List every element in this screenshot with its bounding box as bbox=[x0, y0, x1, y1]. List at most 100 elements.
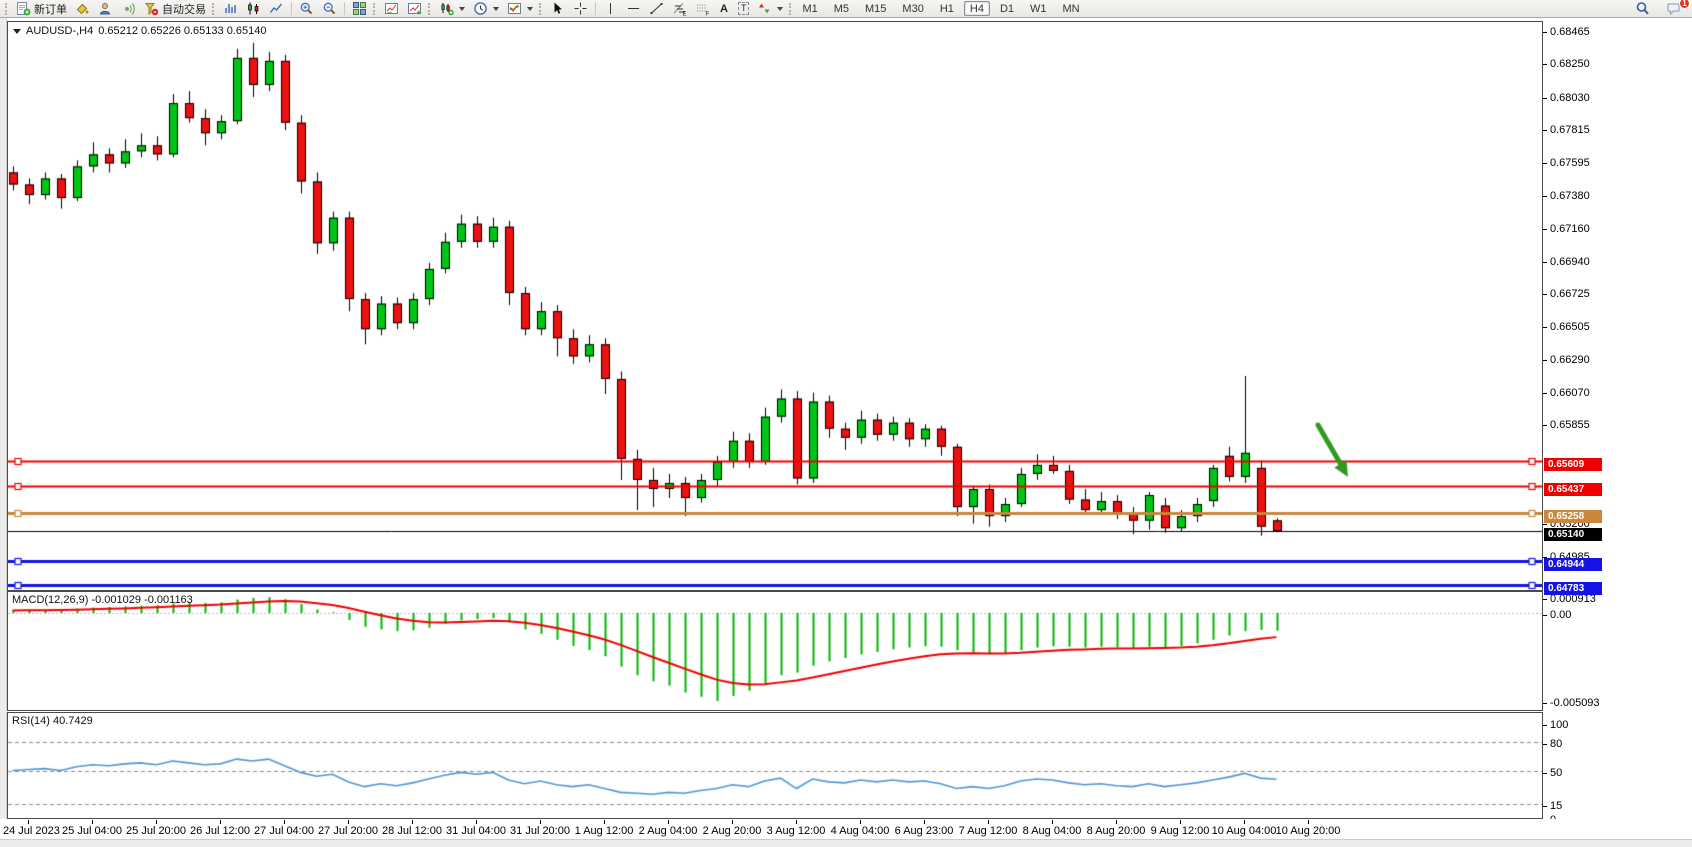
time-axis-tick bbox=[1244, 820, 1245, 824]
time-axis-label: 26 Jul 12:00 bbox=[190, 825, 250, 837]
time-axis-tick bbox=[1116, 820, 1117, 824]
time-axis-label: 1 Aug 12:00 bbox=[575, 825, 634, 837]
time-axis-tick bbox=[860, 820, 861, 824]
price-axis-tick bbox=[1543, 599, 1547, 600]
time-axis-label: 24 Jul 2023 bbox=[3, 825, 60, 837]
text-tool-button[interactable]: A bbox=[714, 1, 734, 17]
toolbar-grip[interactable] bbox=[373, 3, 376, 15]
price-axis-tick bbox=[1543, 725, 1547, 726]
candlestick-mode-button[interactable] bbox=[242, 1, 265, 17]
bar-chart-mode-button[interactable] bbox=[219, 1, 242, 17]
toolbar-separator bbox=[595, 2, 596, 15]
price-axis-tick-label: 0.67160 bbox=[1550, 223, 1590, 235]
time-axis-tick bbox=[988, 820, 989, 824]
price-axis-tick-label: 0.66505 bbox=[1550, 321, 1590, 333]
crosshair-tool-button[interactable] bbox=[569, 1, 592, 17]
candlestick-chart-icon bbox=[246, 1, 261, 16]
price-axis-tick bbox=[1543, 32, 1547, 33]
chart-title: AUDUSD-,H4 0.65212 0.65226 0.65133 0.651… bbox=[13, 25, 266, 37]
search-button[interactable] bbox=[1631, 1, 1654, 17]
chat-notification-badge: 1 bbox=[1679, 0, 1690, 9]
price-axis-tick-label: 0.66940 bbox=[1550, 256, 1590, 268]
price-axis-tick-label: 0.65855 bbox=[1550, 419, 1590, 431]
paint-bucket-icon bbox=[75, 1, 90, 16]
timeframe-button-m5[interactable]: M5 bbox=[828, 1, 855, 16]
price-axis-tick-label: 0.68030 bbox=[1550, 92, 1590, 104]
zoom-out-icon bbox=[322, 1, 337, 16]
line-chart-icon bbox=[269, 1, 284, 16]
price-axis-tick bbox=[1543, 524, 1547, 525]
window-bottom-edge bbox=[0, 839, 1692, 847]
auto-trading-button[interactable]: 自动交易 bbox=[140, 1, 210, 17]
indicators-dropdown[interactable] bbox=[503, 1, 537, 17]
timeframe-button-d1[interactable]: D1 bbox=[994, 1, 1020, 16]
price-axis-tick-label: 0.67595 bbox=[1550, 157, 1590, 169]
caret-down-icon bbox=[493, 7, 499, 11]
time-axis-tick bbox=[220, 820, 221, 824]
timeframe-button-h4[interactable]: H4 bbox=[964, 1, 990, 16]
horizontal-line-tool-button[interactable] bbox=[622, 1, 645, 17]
price-axis-tick bbox=[1543, 196, 1547, 197]
new-chart-dropdown[interactable] bbox=[435, 1, 469, 17]
price-axis-tick bbox=[1543, 294, 1547, 295]
arrows-tool-dropdown[interactable] bbox=[753, 1, 787, 17]
indicator-window-add-button[interactable] bbox=[403, 1, 426, 17]
price-axis-tick bbox=[1543, 703, 1547, 704]
indicators-icon bbox=[507, 1, 522, 16]
time-axis-tick bbox=[476, 820, 477, 824]
time-axis-tick bbox=[540, 820, 541, 824]
horizontal-line-icon bbox=[626, 1, 641, 16]
fibo-retracement-tool-button[interactable]: E bbox=[668, 1, 691, 17]
trendline-tool-button[interactable] bbox=[645, 1, 668, 17]
toolbar-separator bbox=[344, 2, 345, 15]
period-dropdown[interactable] bbox=[469, 1, 503, 17]
indicator-window-button[interactable] bbox=[380, 1, 403, 17]
zoom-in-button[interactable] bbox=[295, 1, 318, 17]
toolbar-grip[interactable] bbox=[789, 3, 792, 15]
candlestick-canvas[interactable] bbox=[8, 22, 1542, 590]
price-axis-tick bbox=[1543, 773, 1547, 774]
timeframe-button-m1[interactable]: M1 bbox=[796, 1, 823, 16]
auto-trading-label: 自动交易 bbox=[162, 1, 206, 17]
toolbar-grip[interactable] bbox=[5, 3, 8, 15]
toolbar-grip[interactable] bbox=[212, 3, 215, 15]
signals-button[interactable] bbox=[117, 1, 140, 17]
timeframe-button-m15[interactable]: M15 bbox=[859, 1, 892, 16]
timeframe-button-m30[interactable]: M30 bbox=[896, 1, 929, 16]
publisher-button[interactable] bbox=[94, 1, 117, 17]
price-axis-tick bbox=[1543, 64, 1547, 65]
cursor-tool-button[interactable] bbox=[546, 1, 569, 17]
trendline-icon bbox=[649, 1, 664, 16]
chat-button[interactable]: 1 bbox=[1662, 1, 1685, 17]
vertical-line-tool-button[interactable] bbox=[599, 1, 622, 17]
time-axis-label: 2 Aug 04:00 bbox=[639, 825, 698, 837]
fibo-fan-tool-button[interactable]: F bbox=[691, 1, 714, 17]
chart-dropdown-icon[interactable] bbox=[13, 29, 21, 34]
price-axis[interactable]: 0.684650.682500.680300.678150.675950.673… bbox=[1543, 21, 1692, 821]
rsi-canvas[interactable] bbox=[8, 713, 1542, 818]
timeframe-button-w1[interactable]: W1 bbox=[1024, 1, 1053, 16]
time-axis[interactable]: 24 Jul 202325 Jul 04:0025 Jul 20:0026 Ju… bbox=[0, 819, 1692, 839]
tile-windows-button[interactable] bbox=[348, 1, 371, 17]
timeframe-button-mn[interactable]: MN bbox=[1057, 1, 1086, 16]
chart-left-margin bbox=[0, 18, 7, 839]
time-axis-label: 31 Jul 04:00 bbox=[446, 825, 506, 837]
svg-text:F: F bbox=[706, 12, 710, 17]
toolbar-grip[interactable] bbox=[539, 3, 542, 15]
zoom-out-button[interactable] bbox=[318, 1, 341, 17]
line-chart-mode-button[interactable] bbox=[265, 1, 288, 17]
toolbar-grip[interactable] bbox=[428, 3, 431, 15]
styler-button[interactable] bbox=[71, 1, 94, 17]
price-axis-tick bbox=[1543, 744, 1547, 745]
time-axis-tick bbox=[284, 820, 285, 824]
time-axis-label: 2 Aug 20:00 bbox=[703, 825, 762, 837]
timeframe-button-h1[interactable]: H1 bbox=[934, 1, 960, 16]
text-label-tool-button[interactable]: T bbox=[734, 1, 754, 17]
macd-canvas[interactable] bbox=[8, 592, 1542, 710]
time-axis-tick bbox=[668, 820, 669, 824]
new-order-button[interactable]: 新订单 bbox=[12, 1, 71, 17]
price-axis-tick-label: 0.00 bbox=[1550, 609, 1571, 621]
time-axis-tick bbox=[924, 820, 925, 824]
time-axis-label: 8 Aug 04:00 bbox=[1023, 825, 1082, 837]
price-axis-tick bbox=[1543, 393, 1547, 394]
